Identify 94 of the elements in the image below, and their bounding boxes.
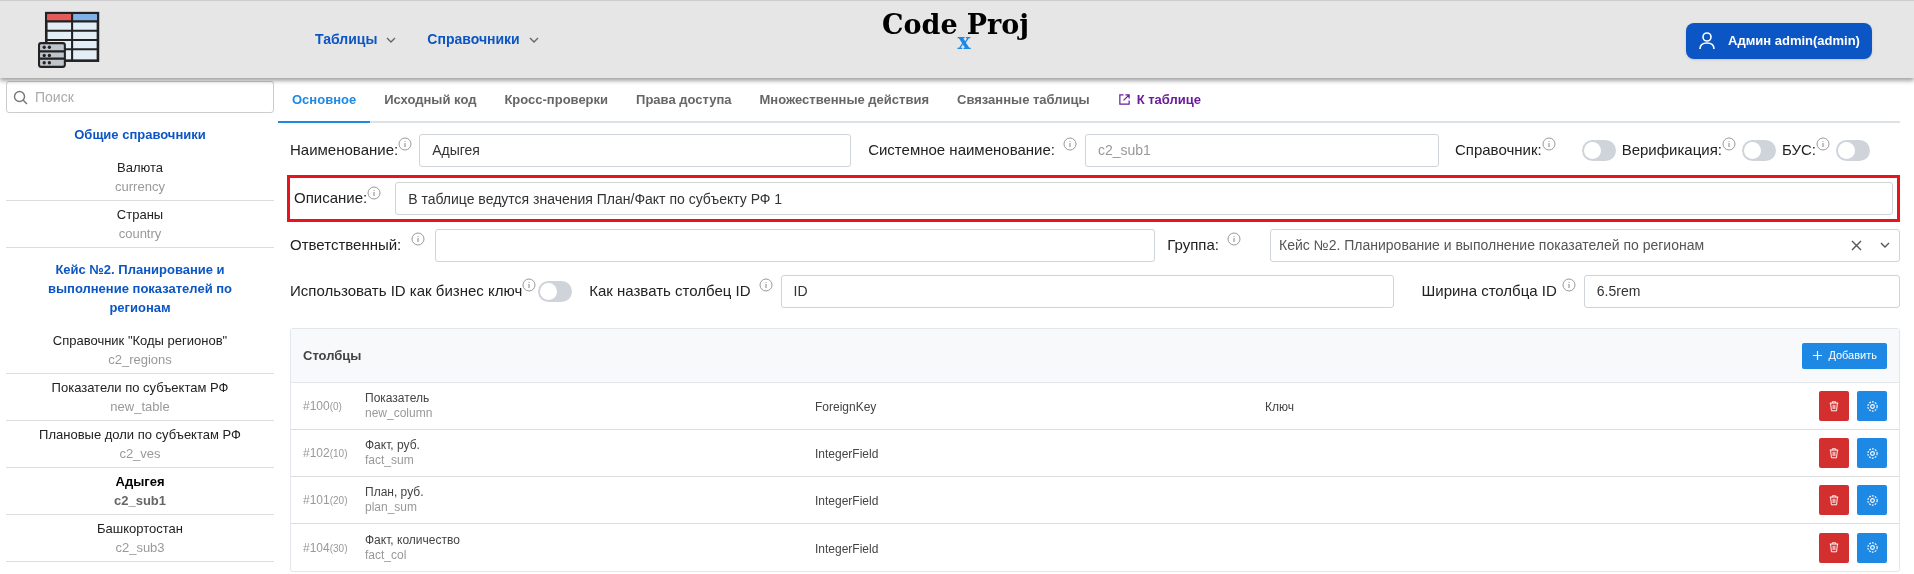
info-icon xyxy=(1561,278,1576,292)
settings-button[interactable] xyxy=(1857,532,1887,563)
sidebar-item[interactable]: Страны country xyxy=(6,201,274,248)
tab[interactable]: Множественные действия xyxy=(745,78,943,123)
tab[interactable]: Исходный код xyxy=(370,78,491,123)
input-field[interactable] xyxy=(435,228,1156,262)
input-field[interactable]: 6.5rem xyxy=(1583,274,1900,308)
info-icon xyxy=(411,232,426,246)
group-heading: Общие справочники xyxy=(73,126,207,144)
trash-icon xyxy=(1828,446,1840,460)
column-code: plan_sum xyxy=(365,500,418,515)
search-icon xyxy=(13,90,28,105)
settings-button[interactable] xyxy=(1857,485,1887,515)
field-label: Наименование: xyxy=(290,139,399,160)
settings-button[interactable] xyxy=(1857,391,1887,421)
column-type: IntegerField xyxy=(815,541,879,556)
trash-icon xyxy=(1828,493,1840,507)
column-type: IntegerField xyxy=(815,494,879,508)
group-heading: Кейс №2. Планирование и выполнение показателей по регионам xyxy=(46,261,234,317)
info-icon xyxy=(1227,232,1241,246)
sidebar-item[interactable]: Валюта currency xyxy=(6,154,274,201)
column-id: #104(30) xyxy=(303,539,349,557)
field-label: Верификация: xyxy=(1621,139,1722,160)
settings-button[interactable] xyxy=(1857,438,1887,468)
delete-button[interactable] xyxy=(1819,391,1849,421)
column-name: Факт, руб. xyxy=(365,438,420,453)
column-type: IntegerField xyxy=(815,447,879,461)
tab[interactable]: Права доступа xyxy=(622,78,746,123)
input-field[interactable]: Адыгея xyxy=(419,133,852,167)
toggle-switch[interactable] xyxy=(1741,139,1776,161)
group-select[interactable]: Кейс №2. Планирование и выполнение показателей по регионам xyxy=(1270,228,1900,262)
gear-icon xyxy=(1865,399,1879,413)
gear-icon xyxy=(1865,446,1879,460)
info-icon xyxy=(398,137,413,151)
gear-icon xyxy=(1865,493,1879,507)
toggle-switch[interactable] xyxy=(1835,139,1870,161)
field-label: Справочник: xyxy=(1454,139,1542,160)
column-name: Показатель xyxy=(365,391,430,406)
column-code: new_column xyxy=(365,406,433,421)
field-label: Ответственный: xyxy=(290,234,402,255)
column-id: #100(0) xyxy=(303,398,343,415)
column-name: План, руб. xyxy=(365,485,424,500)
toggle-switch[interactable] xyxy=(1581,139,1616,161)
plus-icon xyxy=(1812,350,1824,361)
user-icon xyxy=(1698,31,1716,51)
delete-button[interactable] xyxy=(1819,485,1849,515)
field-label: Описание: xyxy=(294,188,368,209)
column-name: Факт, количество xyxy=(365,532,460,548)
sidebar-item[interactable]: Плановые доли по субъектам РФ c2_ves xyxy=(6,421,274,468)
nav-menu[interactable]: Таблицы xyxy=(315,29,398,50)
tab[interactable]: Основное xyxy=(278,78,371,123)
info-icon xyxy=(758,278,773,292)
column-id: #102(10) xyxy=(303,445,349,462)
table-database-logo-icon xyxy=(38,10,100,69)
sidebar-item[interactable]: Башкортостан c2_sub3 xyxy=(6,515,274,562)
info-icon xyxy=(1062,137,1077,151)
gear-icon xyxy=(1865,541,1879,554)
toggle-switch[interactable] xyxy=(538,280,573,302)
trash-icon xyxy=(1828,399,1840,413)
info-icon xyxy=(522,278,537,292)
info-icon xyxy=(367,185,382,200)
nav-menu[interactable]: Справочники xyxy=(427,29,540,50)
link[interactable]: К таблице xyxy=(1103,78,1215,123)
sidebar-item[interactable]: Адыгея c2_sub1 xyxy=(6,468,274,515)
external-link-icon xyxy=(1117,93,1131,106)
info-icon xyxy=(1541,137,1556,151)
field-label: БУС: xyxy=(1781,139,1816,160)
app-title: Code xyxy=(882,11,958,38)
card-title: Столбцы xyxy=(303,346,362,365)
tab[interactable]: Кросс-проверки xyxy=(490,78,623,123)
clear-icon xyxy=(1850,238,1863,252)
delete-button[interactable] xyxy=(1819,532,1849,563)
column-code: fact_sum xyxy=(365,453,414,468)
info-icon xyxy=(1815,137,1830,151)
delete-button[interactable] xyxy=(1819,438,1849,468)
field-label: Использовать ID как бизнес ключ xyxy=(290,280,523,301)
sidebar-item[interactable]: Справочник "Коды регионов" c2_regions xyxy=(6,327,274,374)
field-label: Системное наименование: xyxy=(868,139,1055,160)
info-icon xyxy=(1721,137,1736,151)
column-code: fact_col xyxy=(365,547,407,563)
input-field[interactable]: ID xyxy=(780,274,1394,308)
field-label: Как назвать столбец ID xyxy=(589,280,751,301)
column-id: #101(20) xyxy=(303,492,349,509)
input-field[interactable]: В таблице ведутся значения План/Факт по субъекту РФ 1 xyxy=(395,182,1893,215)
field-label: Группа: xyxy=(1167,234,1219,255)
tab[interactable]: Связанные таблицы xyxy=(943,78,1104,123)
search-field[interactable]: Поиск xyxy=(6,81,274,113)
sidebar-item[interactable]: Показатели по субъектам РФ new_table xyxy=(6,374,274,421)
trash-icon xyxy=(1828,541,1840,554)
key-label: Ключ xyxy=(1265,400,1294,414)
column-type: ForeignKey xyxy=(815,400,877,414)
field-label: Ширина столбца ID xyxy=(1421,280,1557,301)
user-button[interactable]: Админ admin(admin) xyxy=(1686,23,1872,59)
add-button[interactable]: Добавить xyxy=(1802,342,1887,369)
